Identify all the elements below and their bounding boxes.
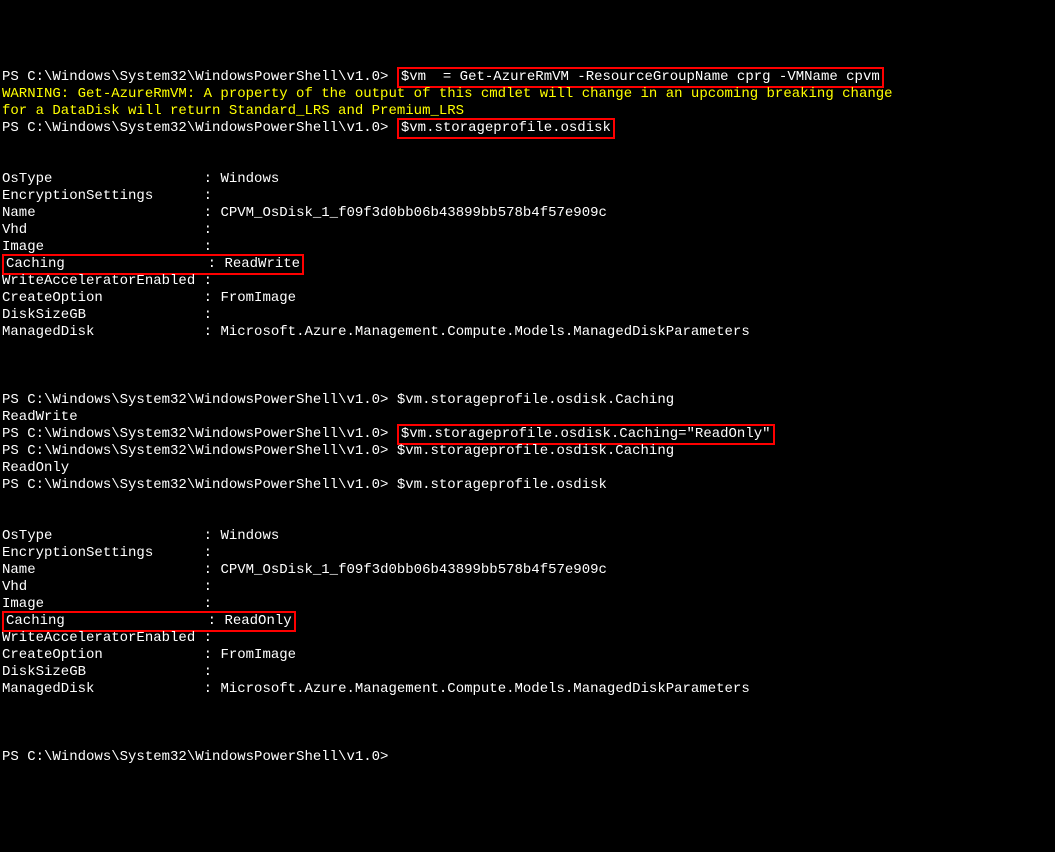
- property-label: CreateOption: [2, 647, 103, 663]
- caching-highlight-1: Caching : ReadWrite: [2, 254, 304, 275]
- output-row: CreateOption : FromImage: [2, 647, 1053, 664]
- prompt-path: PS C:\Windows\System32\WindowsPowerShell…: [2, 477, 397, 493]
- blank-line: [2, 494, 1053, 511]
- property-value: Windows: [220, 528, 279, 544]
- blank-line: [2, 715, 1053, 732]
- command-2: $vm.storageprofile.osdisk: [401, 120, 611, 136]
- output-row: Caching : ReadOnly: [2, 613, 1053, 630]
- output-row: OsType : Windows: [2, 171, 1053, 188]
- property-label: ManagedDisk: [2, 681, 94, 697]
- output-row: Name : CPVM_OsDisk_1_f09f3d0bb06b43899bb…: [2, 205, 1053, 222]
- caching-output-2: ReadOnly: [2, 460, 1053, 477]
- command-4-highlight: $vm.storageprofile.osdisk.Caching="ReadO…: [397, 424, 775, 445]
- output-row: CreateOption : FromImage: [2, 290, 1053, 307]
- property-label: Caching: [6, 613, 65, 629]
- output-row: WriteAcceleratorEnabled :: [2, 273, 1053, 290]
- property-label: WriteAcceleratorEnabled: [2, 630, 195, 646]
- property-label: DiskSizeGB: [2, 307, 86, 323]
- property-label: DiskSizeGB: [2, 664, 86, 680]
- command-1-highlight: $vm = Get-AzureRmVM -ResourceGroupName c…: [397, 67, 884, 88]
- output-row: ManagedDisk : Microsoft.Azure.Management…: [2, 681, 1053, 698]
- output-row: Name : CPVM_OsDisk_1_f09f3d0bb06b43899bb…: [2, 562, 1053, 579]
- property-value: ReadOnly: [224, 613, 291, 629]
- property-label: CreateOption: [2, 290, 103, 306]
- property-label: EncryptionSettings: [2, 545, 153, 561]
- property-label: Image: [2, 239, 44, 255]
- property-label: Name: [2, 562, 36, 578]
- property-value: ReadWrite: [224, 256, 300, 272]
- output-row: EncryptionSettings :: [2, 545, 1053, 562]
- output-row: Caching : ReadWrite: [2, 256, 1053, 273]
- property-value: FromImage: [220, 647, 296, 663]
- property-label: Name: [2, 205, 36, 221]
- terminal-content[interactable]: PS C:\Windows\System32\WindowsPowerShell…: [2, 69, 1053, 766]
- property-value: FromImage: [220, 290, 296, 306]
- prompt-path: PS C:\Windows\System32\WindowsPowerShell…: [2, 426, 397, 442]
- property-label: EncryptionSettings: [2, 188, 153, 204]
- property-value: Windows: [220, 171, 279, 187]
- blank-line: [2, 358, 1053, 375]
- blank-line: [2, 341, 1053, 358]
- property-label: ManagedDisk: [2, 324, 94, 340]
- property-label: Vhd: [2, 222, 27, 238]
- command-1: $vm = Get-AzureRmVM -ResourceGroupName c…: [401, 69, 880, 85]
- output-row: DiskSizeGB :: [2, 307, 1053, 324]
- warning-line-1: WARNING: Get-AzureRmVM: A property of th…: [2, 86, 1053, 103]
- prompt-path: PS C:\Windows\System32\WindowsPowerShell…: [2, 392, 397, 408]
- blank-line: [2, 511, 1053, 528]
- output-row: ManagedDisk : Microsoft.Azure.Management…: [2, 324, 1053, 341]
- command-2-highlight: $vm.storageprofile.osdisk: [397, 118, 615, 139]
- output-row: EncryptionSettings :: [2, 188, 1053, 205]
- output-row: Vhd :: [2, 579, 1053, 596]
- blank-line: [2, 375, 1053, 392]
- property-label: OsType: [2, 171, 52, 187]
- command-5: $vm.storageprofile.osdisk.Caching: [397, 443, 674, 459]
- property-label: OsType: [2, 528, 52, 544]
- prompt-path: PS C:\Windows\System32\WindowsPowerShell…: [2, 69, 397, 85]
- blank-line: [2, 732, 1053, 749]
- output-row: OsType : Windows: [2, 528, 1053, 545]
- property-value: CPVM_OsDisk_1_f09f3d0bb06b43899bb578b4f5…: [220, 205, 606, 221]
- prompt-path: PS C:\Windows\System32\WindowsPowerShell…: [2, 120, 397, 136]
- caching-highlight-2: Caching : ReadOnly: [2, 611, 296, 632]
- output-row: Vhd :: [2, 222, 1053, 239]
- command-6: $vm.storageprofile.osdisk: [397, 477, 607, 493]
- prompt-path: PS C:\Windows\System32\WindowsPowerShell…: [2, 443, 397, 459]
- property-label: Image: [2, 596, 44, 612]
- blank-line: [2, 154, 1053, 171]
- property-value: CPVM_OsDisk_1_f09f3d0bb06b43899bb578b4f5…: [220, 562, 606, 578]
- output-row: DiskSizeGB :: [2, 664, 1053, 681]
- property-value: Microsoft.Azure.Management.Compute.Model…: [220, 681, 749, 697]
- blank-line: [2, 137, 1053, 154]
- output-row: WriteAcceleratorEnabled :: [2, 630, 1053, 647]
- property-value: Microsoft.Azure.Management.Compute.Model…: [220, 324, 749, 340]
- prompt-path: PS C:\Windows\System32\WindowsPowerShell…: [2, 749, 397, 765]
- property-label: Vhd: [2, 579, 27, 595]
- property-label: WriteAcceleratorEnabled: [2, 273, 195, 289]
- command-4: $vm.storageprofile.osdisk.Caching="ReadO…: [401, 426, 771, 442]
- property-label: Caching: [6, 256, 65, 272]
- blank-line: [2, 698, 1053, 715]
- command-3: $vm.storageprofile.osdisk.Caching: [397, 392, 674, 408]
